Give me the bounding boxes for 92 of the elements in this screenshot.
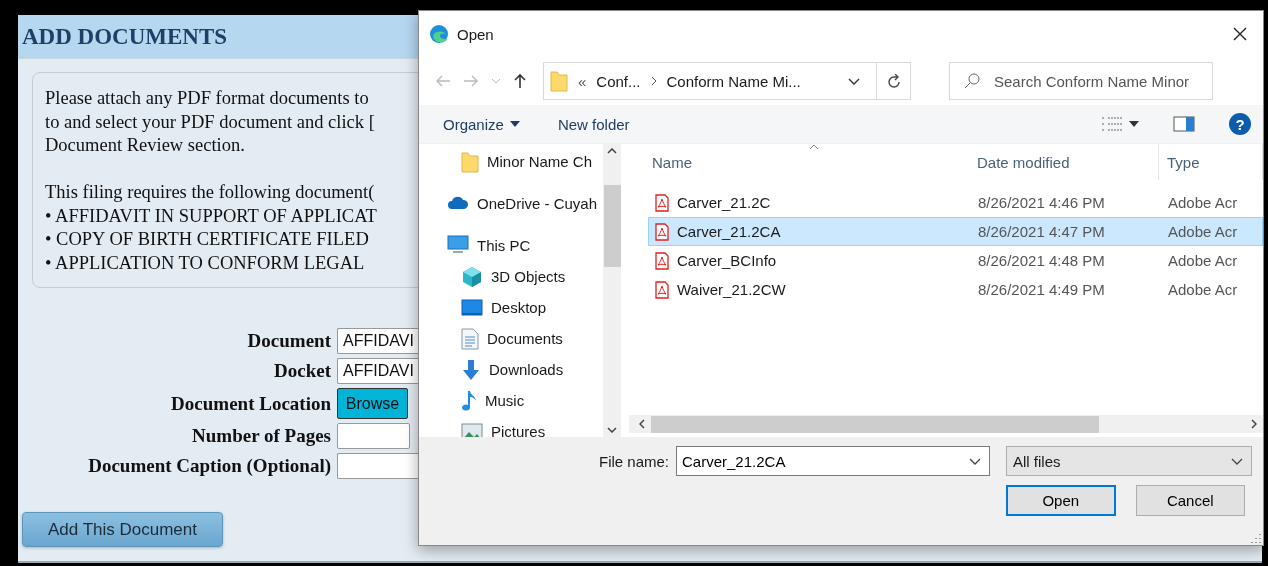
document-icon [461, 327, 479, 350]
open-button[interactable]: Open [1006, 485, 1116, 516]
field-label: File name: [597, 452, 669, 470]
scroll-down-icon [607, 427, 617, 433]
scroll-up-icon [607, 148, 617, 154]
section-title: ADD DOCUMENTS [22, 23, 228, 50]
new-folder-button[interactable]: New folder [547, 113, 640, 135]
up-arrow-icon [513, 73, 527, 89]
instruction-text: Document Review section. [45, 134, 245, 157]
browse-button[interactable]: Browse [337, 388, 408, 419]
nav-item[interactable]: Documents [419, 323, 603, 354]
nav-item[interactable]: Music [419, 385, 603, 416]
scrollbar[interactable] [603, 144, 621, 437]
cloud-icon [447, 196, 469, 210]
required-document-item: • AFFIDAVIT IN SUPPORT OF APPLICAT [45, 204, 377, 228]
requirements-text: This filing requires the following document( [45, 181, 375, 204]
nav-item[interactable]: Minor Name Ch [419, 146, 603, 177]
download-arrow-icon [461, 358, 481, 381]
breadcrumb-overflow[interactable]: « [578, 72, 587, 90]
search-icon [964, 73, 980, 89]
field-label: Number of Pages [191, 425, 331, 447]
column-header[interactable]: Type [1159, 144, 1263, 180]
scroll-left-icon [639, 419, 645, 429]
scrollbar[interactable] [629, 415, 1263, 433]
file-row[interactable]: Waiver_21.2CW 8/26/2021 4:49 PM Adobe Acr [648, 275, 1263, 304]
cube-icon [461, 265, 483, 288]
file-name: Carver_21.2CA [677, 223, 781, 240]
nav-item[interactable]: 3D Objects [419, 261, 603, 292]
file-row[interactable]: Carver_21.2CA 8/26/2021 4:47 PM Adobe Acr [648, 217, 1263, 246]
nav-item[interactable]: Pictures [419, 416, 603, 437]
back-arrow-icon [435, 74, 451, 88]
file-row[interactable]: Carver_BCInfo 8/26/2021 4:48 PM Adobe Acr [648, 246, 1263, 275]
breadcrumb-item[interactable]: Conform Name Mi... [666, 72, 801, 90]
organize-button[interactable]: Organize [433, 113, 530, 135]
pdf-file-icon [655, 251, 669, 270]
forward-arrow-icon [463, 74, 479, 88]
column-header[interactable]: Date modified [969, 144, 1159, 180]
pdf-file-icon [655, 280, 669, 299]
desktop-icon [461, 298, 483, 317]
search-box[interactable]: Search Conform Name Minor [949, 62, 1213, 100]
help-button[interactable]: ? [1229, 113, 1251, 135]
folder-icon [461, 150, 479, 173]
close-icon [1233, 27, 1247, 41]
field-label: Document Caption (Optional) [87, 455, 331, 477]
file-type: Adobe Acr [1168, 194, 1239, 211]
refresh-icon [886, 73, 901, 89]
browser-icon [429, 24, 449, 44]
file-name: Carver_BCInfo [677, 252, 777, 269]
nav-item[interactable]: This PC [419, 229, 603, 261]
pictures-icon [461, 422, 483, 437]
resize-grip-icon [1251, 533, 1261, 543]
cancel-button[interactable]: Cancel [1135, 485, 1245, 516]
file-type-dropdown[interactable]: All files [1006, 446, 1252, 476]
dialog-title: Open [457, 25, 495, 43]
folder-icon [550, 70, 568, 92]
file-type: Adobe Acr [1168, 223, 1239, 240]
computer-icon [447, 235, 469, 255]
file-row[interactable]: Carver_21.2C 8/26/2021 4:46 PM Adobe Acr [648, 188, 1263, 217]
input-field[interactable] [337, 423, 410, 449]
list-view-icon [1101, 116, 1123, 132]
caret-icon [1129, 121, 1139, 127]
music-note-icon [461, 389, 477, 412]
add-document-button[interactable]: Add This Document [22, 512, 223, 547]
nav-item[interactable]: Downloads [419, 354, 603, 385]
chevron-down-icon [848, 77, 860, 85]
file-name: Waiver_21.2CW [677, 281, 786, 298]
nav-item[interactable]: Desktop [419, 292, 603, 323]
file-type: Adobe Acr [1168, 252, 1239, 269]
address-bar[interactable]: « Conf... Conform Name Mi... [543, 62, 911, 100]
required-document-item: • COPY OF BIRTH CERTIFICATE FILED [45, 228, 369, 251]
file-name: Carver_21.2C [677, 194, 771, 211]
input-field[interactable]: AFFIDAVI [337, 358, 418, 384]
caret-icon [509, 121, 520, 127]
breadcrumb-item[interactable]: Conf... [596, 72, 641, 90]
instruction-text: to and select your PDF document and click [ [45, 110, 375, 134]
chevron-right-icon [650, 76, 657, 86]
input-field[interactable]: AFFIDAVI [337, 328, 418, 354]
chevron-down-icon [491, 78, 501, 84]
preview-pane-icon [1173, 116, 1195, 132]
field-label: Docket [273, 360, 331, 382]
chevron-down-icon [1231, 457, 1243, 465]
pdf-file-icon [655, 222, 669, 241]
instruction-text: Please attach any PDF format documents to [45, 87, 369, 110]
nav-item[interactable]: OneDrive - Cuyah [419, 187, 603, 219]
input-field[interactable] [337, 453, 418, 479]
field-label: Document Location [170, 392, 331, 415]
field-label: Document [246, 330, 331, 352]
scroll-right-icon [1251, 419, 1257, 429]
column-header[interactable]: Name [629, 144, 969, 180]
required-document-item: • APPLICATION TO CONFORM LEGAL [45, 251, 365, 275]
pdf-file-icon [655, 193, 669, 212]
file-type: Adobe Acr [1168, 281, 1239, 298]
